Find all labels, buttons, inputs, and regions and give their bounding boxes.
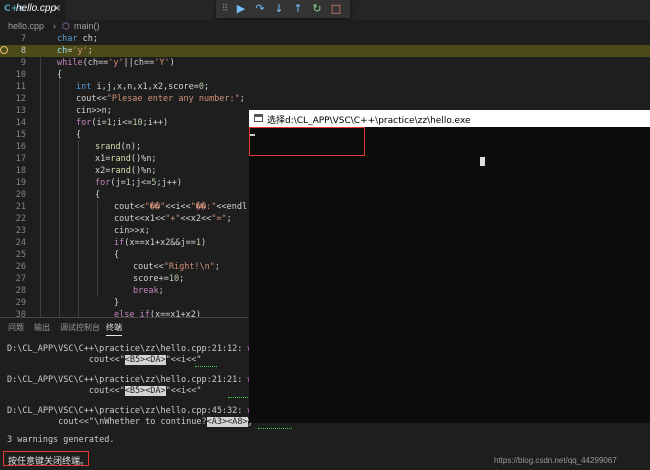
console-output[interactable] <box>249 127 650 423</box>
tab-debug-console[interactable]: 调试控制台 <box>60 322 100 333</box>
terminal-line: cout<<"<B5><DA>"<<i<<" <box>7 386 202 396</box>
breadcrumb-symbol[interactable]: main() <box>74 21 100 31</box>
console-window-icon <box>254 114 263 122</box>
close-icon[interactable]: × <box>53 3 61 14</box>
debug-toolbar: ⠿ ▶ ↷ ↓ ↑ ↻ □ <box>216 0 350 18</box>
debug-current-line-icon[interactable] <box>0 46 8 54</box>
terminal-line: cout<<"<B5><DA>"<<i<<" <box>7 355 202 365</box>
console-titlebar[interactable]: 选择d:\CL_APP\VSC\C++\practice\zz\hello.ex… <box>249 110 650 127</box>
warning-squiggle <box>258 426 292 429</box>
selection-highlight <box>249 127 365 156</box>
code-line-current: 8 ch='y'; <box>0 45 650 57</box>
warning-squiggle <box>228 395 248 398</box>
console-title: 选择d:\CL_APP\VSC\C++\practice\zz\hello.ex… <box>267 116 471 126</box>
terminal-prompt-highlight: 按任意键关闭终端。 <box>3 451 90 467</box>
stop-icon[interactable]: □ <box>329 2 343 16</box>
code-line: 11 int i,j,x,n,x1,x2,score=0; <box>15 82 210 92</box>
continue-icon[interactable]: ▶ <box>234 2 248 16</box>
tab-terminal[interactable]: 终端 <box>106 322 122 336</box>
code-line: 12 cout<<"Plesae enter any number:"; <box>15 94 245 104</box>
terminal-line: D:\CL_APP\VSC\C++\practice\zz\hello.cpp:… <box>7 375 283 385</box>
breadcrumb-file[interactable]: hello.cpp <box>8 21 44 31</box>
mouse-ibeam-cursor <box>480 157 485 166</box>
tab-label: hello.cpp <box>16 3 57 14</box>
terminal-line: D:\CL_APP\VSC\C++\practice\zz\hello.cpp:… <box>7 406 283 416</box>
tab-hello-cpp[interactable]: C++ hello.cpp × <box>0 0 66 20</box>
tab-output[interactable]: 输出 <box>34 322 50 333</box>
restart-icon[interactable]: ↻ <box>310 2 324 16</box>
console-cursor <box>250 134 255 136</box>
warning-squiggle <box>195 364 217 367</box>
breadcrumb: hello.cpp › ⬡ main() <box>0 20 650 33</box>
step-over-icon[interactable]: ↷ <box>253 2 267 16</box>
code-line: 9 while(ch=='y'||ch=='Y') <box>20 58 175 68</box>
terminal-summary: 3 warnings generated. <box>7 435 115 445</box>
tab-problems[interactable]: 问题 <box>8 322 24 333</box>
symbol-method-icon: ⬡ <box>62 21 70 31</box>
step-into-icon[interactable]: ↓ <box>272 2 286 16</box>
step-out-icon[interactable]: ↑ <box>291 2 305 16</box>
chevron-right-icon: › <box>53 21 56 31</box>
drag-grip-icon[interactable]: ⠿ <box>218 2 232 16</box>
code-line: 7 char ch; <box>20 34 98 44</box>
code-line: 10{ <box>15 70 63 80</box>
terminal-line: cout<<"\nWhether to continue?<A3><A8>y <box>7 417 253 427</box>
terminal-line: D:\CL_APP\VSC\C++\practice\zz\hello.cpp:… <box>7 344 283 354</box>
terminal-close-prompt: 按任意键关闭终端。 <box>8 457 90 467</box>
watermark: https://blog.csdn.net/qq_44299067 <box>494 456 617 465</box>
console-window[interactable]: 选择d:\CL_APP\VSC\C++\practice\zz\hello.ex… <box>249 110 650 423</box>
